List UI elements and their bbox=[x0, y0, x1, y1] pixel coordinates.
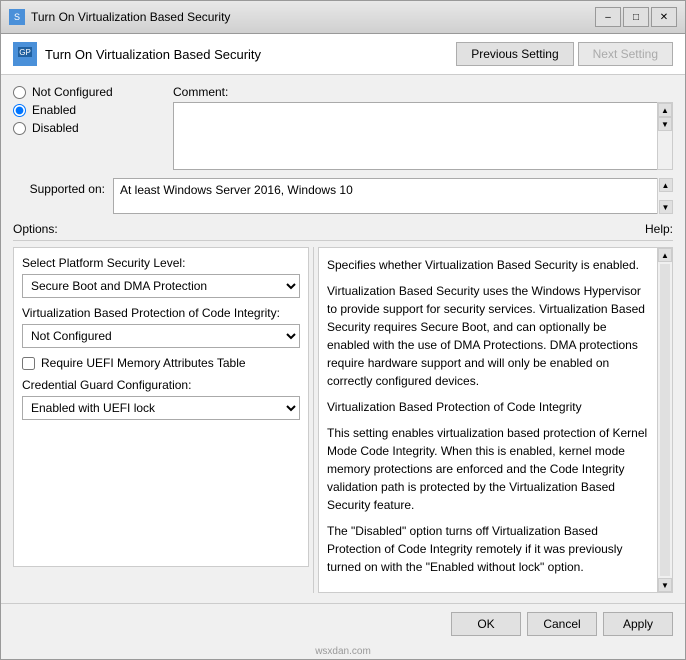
vbs-label: Virtualization Based Protection of Code … bbox=[22, 306, 300, 320]
title-bar: S Turn On Virtualization Based Security … bbox=[1, 1, 685, 34]
help-panel: Specifies whether Virtualization Based S… bbox=[318, 247, 673, 593]
platform-group: Select Platform Security Level: Secure B… bbox=[22, 256, 300, 298]
comment-label: Comment: bbox=[173, 85, 673, 99]
supported-label: Supported on: bbox=[13, 178, 113, 196]
help-panel-wrapper: Specifies whether Virtualization Based S… bbox=[318, 247, 673, 593]
scroll-down-arrow[interactable]: ▼ bbox=[658, 117, 672, 131]
ok-button[interactable]: OK bbox=[451, 612, 521, 636]
credential-group: Credential Guard Configuration: Disabled… bbox=[22, 378, 300, 420]
title-bar-text: Turn On Virtualization Based Security bbox=[31, 10, 230, 24]
top-section: Not Configured Enabled Disabled Comment:… bbox=[13, 85, 673, 178]
window-icon: S bbox=[9, 9, 25, 25]
not-configured-radio[interactable] bbox=[13, 86, 26, 99]
svg-text:GP: GP bbox=[19, 48, 31, 57]
help-scrollbar: ▲ ▼ bbox=[657, 247, 673, 593]
options-label: Options: bbox=[13, 222, 58, 236]
section-labels: Options: Help: bbox=[13, 222, 673, 236]
enabled-radio-label[interactable]: Enabled bbox=[13, 103, 173, 117]
supported-scrollbar: ▲ ▼ bbox=[657, 178, 673, 214]
help-p1: Specifies whether Virtualization Based S… bbox=[327, 256, 652, 274]
help-scroll-thumb[interactable] bbox=[660, 264, 670, 576]
help-p4: This setting enables virtualization base… bbox=[327, 424, 652, 514]
next-setting-button[interactable]: Next Setting bbox=[578, 42, 673, 66]
not-configured-label: Not Configured bbox=[32, 85, 113, 99]
header-title-area: GP Turn On Virtualization Based Security bbox=[13, 42, 261, 66]
not-configured-radio-label[interactable]: Not Configured bbox=[13, 85, 173, 99]
comment-section: Comment: ▲ ▼ bbox=[173, 85, 673, 170]
options-column: Select Platform Security Level: Secure B… bbox=[13, 247, 313, 593]
help-p5: The "Disabled" option turns off Virtuali… bbox=[327, 522, 652, 576]
header-icon: GP bbox=[13, 42, 37, 66]
scroll-up-arrow[interactable]: ▲ bbox=[658, 103, 672, 117]
cancel-button[interactable]: Cancel bbox=[527, 612, 597, 636]
header-bar: GP Turn On Virtualization Based Security… bbox=[1, 34, 685, 75]
platform-label: Select Platform Security Level: bbox=[22, 256, 300, 270]
enabled-radio[interactable] bbox=[13, 104, 26, 117]
prev-setting-button[interactable]: Previous Setting bbox=[456, 42, 573, 66]
comment-textarea[interactable] bbox=[173, 102, 673, 170]
help-p3: Virtualization Based Protection of Code … bbox=[327, 398, 652, 416]
comment-scrollbar: ▲ ▼ bbox=[657, 102, 673, 170]
header-nav-buttons: Previous Setting Next Setting bbox=[456, 42, 673, 66]
watermark: wsxdan.com bbox=[1, 644, 685, 659]
minimize-button[interactable]: – bbox=[595, 7, 621, 27]
svg-text:S: S bbox=[14, 12, 20, 22]
radio-group: Not Configured Enabled Disabled bbox=[13, 85, 173, 135]
maximize-button[interactable]: □ bbox=[623, 7, 649, 27]
help-column: Specifies whether Virtualization Based S… bbox=[313, 247, 673, 593]
title-bar-left: S Turn On Virtualization Based Security bbox=[9, 9, 230, 25]
main-window: S Turn On Virtualization Based Security … bbox=[0, 0, 686, 660]
supported-section: Supported on: At least Windows Server 20… bbox=[13, 178, 673, 214]
content-area: Not Configured Enabled Disabled Comment:… bbox=[1, 75, 685, 603]
credential-label: Credential Guard Configuration: bbox=[22, 378, 300, 392]
options-panel: Select Platform Security Level: Secure B… bbox=[13, 247, 309, 567]
uefi-checkbox-row: Require UEFI Memory Attributes Table bbox=[22, 356, 300, 370]
uefi-checkbox[interactable] bbox=[22, 357, 35, 370]
platform-select[interactable]: Secure Boot and DMA Protection Secure Bo… bbox=[22, 274, 300, 298]
vbs-group: Virtualization Based Protection of Code … bbox=[22, 306, 300, 348]
title-bar-controls: – □ ✕ bbox=[595, 7, 677, 27]
uefi-checkbox-label[interactable]: Require UEFI Memory Attributes Table bbox=[41, 356, 246, 370]
two-col-layout: Select Platform Security Level: Secure B… bbox=[13, 240, 673, 593]
disabled-label: Disabled bbox=[32, 121, 79, 135]
disabled-radio[interactable] bbox=[13, 122, 26, 135]
help-scroll-up[interactable]: ▲ bbox=[658, 248, 672, 262]
header-title-text: Turn On Virtualization Based Security bbox=[45, 47, 261, 62]
close-button[interactable]: ✕ bbox=[651, 7, 677, 27]
supported-scroll-up[interactable]: ▲ bbox=[659, 178, 673, 192]
help-p2: Virtualization Based Security uses the W… bbox=[327, 282, 652, 390]
credential-select[interactable]: Disabled Enabled with UEFI lock Enabled … bbox=[22, 396, 300, 420]
apply-button[interactable]: Apply bbox=[603, 612, 673, 636]
enabled-label: Enabled bbox=[32, 103, 76, 117]
supported-value: At least Windows Server 2016, Windows 10 bbox=[113, 178, 673, 214]
supported-scroll-down[interactable]: ▼ bbox=[659, 200, 673, 214]
help-scroll-down[interactable]: ▼ bbox=[658, 578, 672, 592]
disabled-radio-label[interactable]: Disabled bbox=[13, 121, 173, 135]
comment-container: ▲ ▼ bbox=[173, 102, 673, 170]
vbs-select[interactable]: Not Configured Enabled with UEFI lock En… bbox=[22, 324, 300, 348]
help-label: Help: bbox=[645, 222, 673, 236]
supported-box-wrapper: At least Windows Server 2016, Windows 10… bbox=[113, 178, 673, 214]
